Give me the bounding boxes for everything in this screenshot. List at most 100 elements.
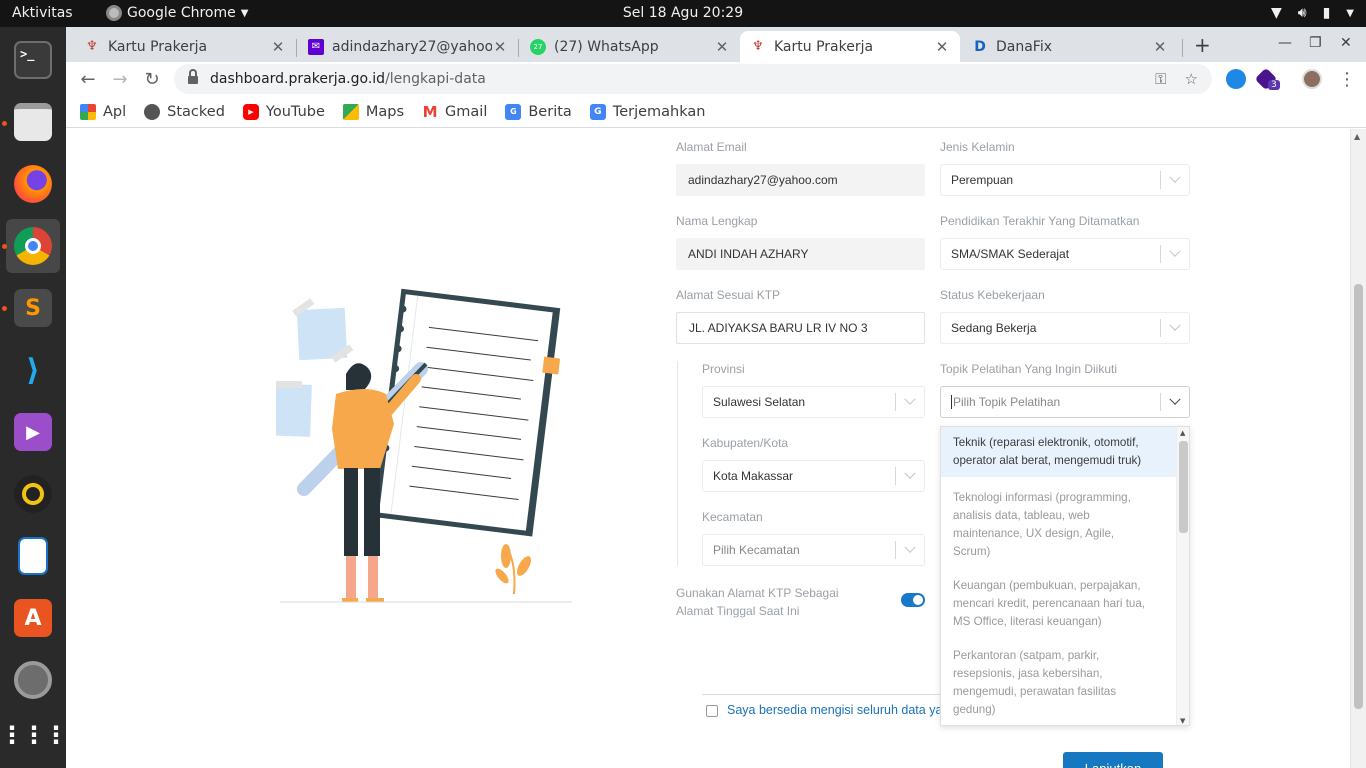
url-host: dashboard.prakerja.go.id xyxy=(210,71,386,87)
scroll-down-icon[interactable]: ▼ xyxy=(1180,717,1185,725)
agree-text[interactable]: Saya bersedia mengisi seluruh data ya xyxy=(727,703,941,717)
tab-label: DanaFix xyxy=(996,38,1053,55)
close-icon[interactable]: ✕ xyxy=(934,38,950,56)
reload-button[interactable]: ↻ xyxy=(139,66,165,92)
tab-separator xyxy=(518,39,519,57)
dropdown-scrollbar[interactable]: ▲ ▼ xyxy=(1176,427,1189,725)
tab-danafix[interactable]: D DanaFix ✕ xyxy=(962,31,1178,62)
topic-option[interactable]: Teknik (reparasi elektronik, otomotif, o… xyxy=(941,427,1176,477)
chevron-down-icon xyxy=(1161,393,1189,406)
agree-checkbox[interactable] xyxy=(706,705,718,717)
option-line: maintenance, UX design, Agile, xyxy=(953,527,1115,540)
key-icon[interactable]: ⚿ xyxy=(1155,70,1166,88)
employment-select[interactable]: Sedang Bekerja xyxy=(940,312,1190,344)
close-icon[interactable]: ✕ xyxy=(270,38,286,56)
topic-option[interactable]: Keuangan (pembukuan, perpajakan, mencari… xyxy=(941,577,1176,631)
back-button[interactable]: ← xyxy=(75,66,101,92)
ktp-address-input[interactable]: JL. ADIYAKSA BARU LR IV NO 3 xyxy=(676,312,925,344)
menu-kebab-icon[interactable]: ⋮ xyxy=(1334,66,1360,92)
battery-icon[interactable]: ▮ xyxy=(1323,5,1331,21)
address-bar[interactable]: dashboard.prakerja.go.id/lengkapi-data ⚿… xyxy=(174,64,1212,94)
dock-writer[interactable] xyxy=(6,529,60,583)
volume-icon[interactable]: 🔊︎ xyxy=(1298,5,1307,21)
employment-label: Status Kebekerjaan xyxy=(940,288,1045,302)
option-line: analisis data, tableau, web xyxy=(953,509,1090,522)
illustration xyxy=(276,288,572,603)
email-label: Alamat Email xyxy=(676,140,747,154)
chevron-down-icon xyxy=(1161,171,1189,184)
gender-label: Jenis Kelamin xyxy=(940,140,1015,154)
tab-kartu-prakerja-2[interactable]: ♆ Kartu Prakerja ✕ xyxy=(740,31,960,62)
dock-firefox[interactable] xyxy=(6,157,60,211)
option-line: Teknik (reparasi elektronik, otomotif, xyxy=(953,436,1139,449)
dock-chrome[interactable] xyxy=(2,219,60,273)
scroll-up-icon[interactable]: ▲ xyxy=(1354,132,1360,141)
topic-option[interactable]: Teknologi informasi (programming, analis… xyxy=(941,489,1176,561)
bookmark-maps[interactable]: Maps xyxy=(342,103,404,120)
topic-option[interactable]: Perkantoran (satpam, parkir, resepsionis… xyxy=(941,647,1176,719)
star-icon[interactable]: ☆ xyxy=(1185,70,1198,88)
tab-whatsapp[interactable]: 27 (27) WhatsApp ✕ xyxy=(520,31,740,62)
wifi-icon[interactable]: ▼ xyxy=(1271,5,1282,21)
garuda-icon: ♆ xyxy=(86,39,98,54)
email-field: adindazhary27@yahoo.com xyxy=(676,164,925,196)
show-apps-button[interactable]: ⋮⋮⋮ xyxy=(0,708,68,762)
caret-down-icon[interactable]: ▼ xyxy=(1346,8,1354,19)
option-line: operator alat berat, mengemudi truk) xyxy=(953,454,1142,467)
terminal-icon: >_ xyxy=(14,41,52,79)
bookmark-label: YouTube xyxy=(265,103,325,120)
dock-sublime[interactable]: S xyxy=(2,281,60,335)
district-select[interactable]: Pilih Kecamatan xyxy=(702,534,925,566)
dock-files[interactable] xyxy=(6,95,60,149)
province-label: Provinsi xyxy=(702,362,745,376)
close-icon[interactable]: ✕ xyxy=(1152,38,1168,56)
province-select[interactable]: Sulawesi Selatan xyxy=(702,386,925,418)
bookmark-label: Gmail xyxy=(445,103,488,120)
new-tab-button[interactable]: + xyxy=(1194,33,1211,57)
close-icon[interactable]: ✕ xyxy=(492,38,508,56)
use-ktp-label: Gunakan Alamat KTP Sebagai Alamat Tingga… xyxy=(676,584,839,620)
dock-terminal[interactable]: >_ xyxy=(6,33,60,87)
education-select[interactable]: SMA/SMAK Sederajat xyxy=(940,238,1190,270)
extension-icon[interactable] xyxy=(1226,69,1246,89)
gender-select[interactable]: Perempuan xyxy=(940,164,1190,196)
maximize-button[interactable]: ❐ xyxy=(1309,35,1322,51)
clock[interactable]: Sel 18 Agu 20:29 xyxy=(623,5,743,21)
page-scrollbar[interactable]: ▲ xyxy=(1350,129,1366,768)
dock-rhythmbox[interactable] xyxy=(6,467,60,521)
page-scroll-thumb[interactable] xyxy=(1354,284,1363,709)
option-line: Teknologi informasi (programming, xyxy=(953,491,1131,504)
dock-video[interactable]: ▶ xyxy=(6,405,60,459)
dropdown-scroll-thumb[interactable] xyxy=(1179,441,1188,533)
continue-button[interactable]: Lanjutkan xyxy=(1063,752,1163,768)
dock: >_ S ⟩ ▶ A ⋮⋮⋮ xyxy=(0,27,68,768)
lock-icon[interactable] xyxy=(188,69,198,85)
bookmark-gmail[interactable]: M Gmail xyxy=(422,103,488,121)
dock-settings[interactable] xyxy=(6,653,60,707)
tab-kartu-prakerja-1[interactable]: ♆ Kartu Prakerja ✕ xyxy=(74,31,296,62)
avatar[interactable] xyxy=(1302,69,1322,89)
chevron-down-icon xyxy=(896,541,924,554)
bookmark-translate[interactable]: G Terjemahkan xyxy=(589,103,705,120)
option-line: mengemudi, perawatan fasilitas xyxy=(953,685,1117,698)
forward-button[interactable]: → xyxy=(107,66,133,92)
sublime-icon: S xyxy=(14,289,52,327)
training-topic-select[interactable]: Pilih Topik Pelatihan xyxy=(940,386,1190,418)
system-tray[interactable]: ▼ 🔊︎ ▮ ▼ xyxy=(1271,5,1354,21)
use-ktp-toggle[interactable] xyxy=(901,593,925,607)
city-select[interactable]: Kota Makassar xyxy=(702,460,925,492)
dock-vscode[interactable]: ⟩ xyxy=(6,343,60,397)
bookmark-youtube[interactable]: ▶ YouTube xyxy=(242,103,325,120)
bookmark-label: Berita xyxy=(528,103,572,120)
close-icon[interactable]: ✕ xyxy=(714,38,730,56)
page-content: Alamat Email adindazhary27@yahoo.com Jen… xyxy=(66,129,1350,768)
bookmark-apps[interactable]: Apl xyxy=(80,103,126,120)
tab-yahoo-mail[interactable]: ✉ adindazhary27@yahoo ✕ xyxy=(298,31,518,62)
scroll-up-icon[interactable]: ▲ xyxy=(1180,429,1185,437)
chevron-down-icon xyxy=(1161,245,1189,258)
bookmark-stacked[interactable]: Stacked xyxy=(144,103,225,120)
close-window-button[interactable]: ✕ xyxy=(1340,35,1352,51)
dock-software[interactable]: A xyxy=(6,591,60,645)
bookmark-berita[interactable]: G Berita xyxy=(505,103,572,120)
minimize-button[interactable]: — xyxy=(1278,35,1292,51)
